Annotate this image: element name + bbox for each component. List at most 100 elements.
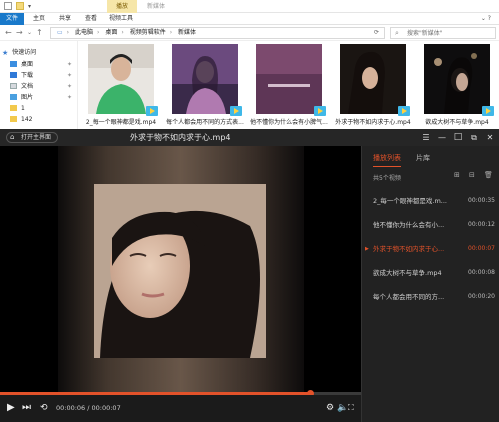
back-arrow-icon[interactable]: ← — [5, 25, 12, 41]
file-item[interactable]: 欲成大树不与草争.mp4 — [418, 44, 494, 126]
open-home-label: 打开主界面 — [21, 134, 52, 141]
nav-item-quick-access[interactable]: ★ 快速访问 — [2, 47, 36, 58]
loop-icon[interactable]: ⟲ — [40, 401, 48, 415]
playlist-item-playing[interactable]: ▶ 外求于物不如内求于心... 00:00:07 — [362, 237, 499, 261]
fullscreen-icon[interactable]: ⛶ — [348, 401, 354, 415]
video-file-icon — [482, 106, 494, 116]
forward-arrow-icon[interactable]: → — [16, 25, 23, 41]
nav-item-label: 图片 — [21, 94, 34, 101]
add-file-icon[interactable]: ⊞ — [454, 171, 460, 179]
video-player-window: ⌂ 打开主界面 外求于物不如内求于心.mp4 ☰ — □ ⧉ ✕ ▶ ⏭ ⟲ 0… — [0, 129, 499, 422]
quick-access-folder-icon[interactable] — [16, 2, 24, 10]
video-thumbnail — [424, 44, 490, 114]
recent-locations-icon[interactable]: ⌄ — [27, 25, 32, 41]
tab-library[interactable]: 片库 — [416, 152, 430, 164]
pin-icon: ✦ — [66, 72, 72, 79]
video-file-icon — [146, 106, 158, 116]
nav-item-documents[interactable]: 文档 ✦ — [2, 81, 76, 92]
volume-icon[interactable]: 🔈 — [337, 401, 348, 415]
video-file-icon — [398, 106, 410, 116]
player-title: 外求于物不如内求于心.mp4 — [130, 133, 231, 142]
time-display: 00:00:06 / 00:00:07 — [56, 404, 121, 412]
playlist-count: 共5个视频 — [373, 175, 401, 182]
folder-icon — [10, 105, 17, 111]
breadcrumb-desktop[interactable]: 桌面 — [105, 29, 117, 36]
breadcrumb-video-editing[interactable]: 视频剪辑软件 — [130, 29, 166, 36]
document-icon — [10, 83, 17, 89]
tab-playlist[interactable]: 播放列表 — [373, 152, 401, 167]
file-name: 欲成大树不与草争.mp4 — [425, 119, 489, 126]
playlist-item[interactable]: 他不懂你为什么会有小... 00:00:12 — [362, 213, 499, 237]
menu-icon[interactable]: ☰ — [420, 129, 432, 146]
address-row: ← → ⌄ ↑ ▭ › 此电脑 › 桌面 › 视频剪辑软件 › 新媒体 ⟳ ⌕ — [0, 25, 499, 41]
tab-video-tools[interactable]: 视频工具 — [104, 13, 138, 25]
navigation-pane: ★ 快速访问 桌面 ✦ 下载 ✦ 文档 ✦ 图片 ✦ 1 142 — [0, 41, 78, 129]
now-playing-icon: ▶ — [365, 246, 369, 252]
pin-icon: ✦ — [66, 83, 72, 90]
minimize-icon[interactable]: — — [436, 129, 448, 146]
settings-icon[interactable]: ⚙ — [326, 401, 334, 415]
file-name: 2_每一个眼神都是戏.mp4 — [85, 119, 157, 126]
nav-item-folder-142[interactable]: 142 — [2, 114, 32, 125]
tab-home[interactable]: 主页 — [28, 13, 50, 25]
open-main-window-button[interactable]: ⌂ 打开主界面 — [6, 132, 59, 143]
folder-icon — [10, 116, 17, 122]
nav-item-downloads[interactable]: 下载 ✦ — [2, 70, 76, 81]
context-tab-play[interactable]: 播放 — [107, 0, 137, 13]
folder-icon: ▭ — [57, 29, 63, 36]
video-thumbnail — [172, 44, 238, 114]
file-item[interactable]: 2_每一个眼神都是戏.mp4 — [82, 44, 158, 126]
delete-icon[interactable]: 🗑 — [484, 171, 493, 179]
playlist-item-duration: 00:00:08 — [468, 269, 495, 276]
control-bar: ▶ ⏭ ⟲ 00:00:06 / 00:00:07 ⚙ 🔈 ⛶ — [0, 395, 361, 422]
nav-item-folder-1[interactable]: 1 — [2, 103, 25, 114]
playlist-panel: 播放列表 片库 共5个视频 ⊞ ⊟ 🗑 2_每一个眼神都是戏.m... 00:0… — [361, 146, 499, 422]
playlist-item[interactable]: 每个人都会用不同的方... 00:00:20 — [362, 285, 499, 309]
video-thumbnail — [340, 44, 406, 114]
play-icon[interactable]: ▶ — [7, 401, 15, 415]
close-icon[interactable]: ✕ — [484, 129, 496, 146]
search-box[interactable]: ⌕ — [390, 27, 496, 39]
nav-item-desktop[interactable]: 桌面 ✦ — [2, 59, 76, 70]
file-item[interactable]: 外求于物不如内求于心.mp4 — [334, 44, 411, 126]
quick-access-properties-icon[interactable] — [4, 2, 12, 10]
file-item[interactable]: 每个人都会用不同的方式表... — [166, 44, 244, 126]
tab-file[interactable]: 文件 — [0, 13, 24, 25]
up-arrow-icon[interactable]: ↑ — [36, 25, 43, 41]
video-thumbnail — [88, 44, 154, 114]
file-name: 每个人都会用不同的方式表... — [166, 119, 244, 126]
picture-icon — [10, 94, 17, 100]
playlist-item-name: 每个人都会用不同的方... — [373, 293, 445, 301]
next-icon[interactable]: ⏭ — [22, 401, 31, 415]
nav-item-label: 1 — [21, 105, 25, 112]
playlist-item[interactable]: 欲成大树不与草争.mp4 00:00:08 — [362, 261, 499, 285]
playlist-item-duration: 00:00:07 — [468, 245, 495, 252]
breadcrumb-new-media[interactable]: 新媒体 — [178, 29, 196, 36]
playlist-item-name: 2_每一个眼神都是戏.m... — [373, 197, 447, 205]
window-title: 新媒体 — [147, 3, 166, 10]
file-name: 外求于物不如内求于心.mp4 — [335, 119, 411, 126]
file-item[interactable]: 他不懂你为什么会有小脾气... — [250, 44, 328, 126]
playlist-item-duration: 00:00:12 — [468, 221, 495, 228]
search-input[interactable] — [407, 28, 492, 38]
quick-access-dropdown-icon[interactable]: ▾ — [28, 0, 31, 13]
playlist-item-duration: 00:00:20 — [468, 293, 495, 300]
refresh-icon[interactable]: ⟳ — [374, 25, 379, 41]
playlist-item-name: 外求于物不如内求于心... — [373, 245, 445, 253]
mini-mode-icon[interactable]: ⧉ — [468, 129, 480, 146]
address-bar[interactable]: ▭ › 此电脑 › 桌面 › 视频剪辑软件 › 新媒体 — [50, 27, 385, 39]
playlist-item[interactable]: 2_每一个眼神都是戏.m... 00:00:35 — [362, 189, 499, 213]
video-canvas[interactable] — [0, 146, 361, 392]
add-folder-icon[interactable]: ⊟ — [469, 171, 475, 179]
maximize-icon[interactable]: □ — [452, 129, 464, 146]
ribbon-expand-icon[interactable]: ⌄ ? — [481, 13, 491, 25]
nav-item-label: 下载 — [21, 72, 34, 79]
nav-item-pictures[interactable]: 图片 ✦ — [2, 92, 76, 103]
breadcrumb-this-pc[interactable]: 此电脑 — [75, 29, 93, 36]
nav-item-label: 桌面 — [21, 61, 34, 68]
tab-view[interactable]: 查看 — [80, 13, 102, 25]
file-list: 2_每一个眼神都是戏.mp4 每个人都会用不同的方式表... 他不懂你为什么会有… — [78, 41, 499, 129]
nav-item-label: 142 — [21, 116, 33, 123]
playlist-item-name: 欲成大树不与草争.mp4 — [373, 269, 442, 277]
tab-share[interactable]: 共享 — [54, 13, 76, 25]
